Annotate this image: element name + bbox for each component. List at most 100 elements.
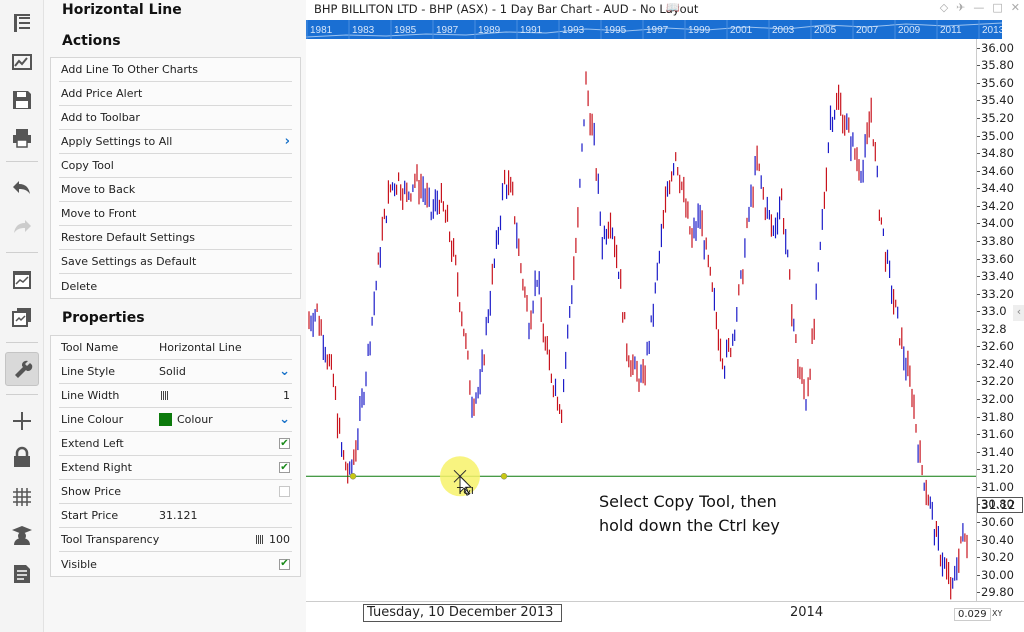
tool-title: Horizontal Line (62, 2, 182, 18)
price-axis-tick (977, 486, 980, 488)
action-move-to-front[interactable]: Move to Front (59, 202, 292, 226)
prop-tool-name[interactable]: Tool Name Horizontal Line (59, 336, 292, 360)
extend-left-checkbox[interactable]: ✔ (279, 438, 290, 449)
price-axis-tick (977, 451, 980, 453)
chart-title: BHP BILLITON LTD - BHP (ASX) - 1 Day Bar… (314, 2, 699, 16)
chart-window[interactable]: BHP BILLITON LTD - BHP (ASX) - 1 Day Bar… (306, 0, 1024, 632)
timeline-navigator[interactable]: 1981 1983 1985 1987 1989 1991 1993 1995 1997 1999… (306, 20, 1002, 39)
chevron-down-icon[interactable]: ⌄ (279, 364, 290, 379)
action-add-line-to-other-charts[interactable]: Add Line To Other Charts (59, 58, 292, 82)
redo-icon[interactable] (5, 210, 39, 244)
maximize-icon[interactable]: □ (992, 1, 1002, 14)
chart-properties-icon[interactable] (5, 263, 39, 297)
pin-icon[interactable]: ✈ (956, 1, 965, 14)
visible-checkbox[interactable]: ✔ (279, 558, 290, 570)
grid-icon[interactable] (5, 480, 39, 514)
action-move-to-back[interactable]: Move to Back (59, 178, 292, 202)
scale-value[interactable]: 0.029 (954, 608, 991, 621)
extend-right-checkbox[interactable]: ✔ (279, 462, 290, 473)
price-axis-label: 32.60 (981, 339, 1014, 354)
price-axis-label: 35.00 (981, 128, 1014, 143)
templates-icon[interactable] (5, 6, 39, 40)
action-restore-default-settings[interactable]: Restore Default Settings (59, 226, 292, 250)
price-axis-tick (977, 258, 980, 260)
price-axis-tick (977, 170, 980, 172)
prop-extend-right[interactable]: Extend Right ✔ (59, 456, 292, 480)
window-controls: ◇ ✈ — □ ✕ (940, 1, 1020, 14)
timeline-svg: 1981 1983 1985 1987 1989 1991 1993 1995 1997 1999… (306, 20, 1002, 39)
price-axis-tick (977, 557, 980, 559)
minimize-icon[interactable]: — (973, 1, 984, 14)
cursor-date: Tuesday, 10 December 2013 (363, 604, 562, 622)
chevron-down-icon[interactable]: ⌄ (279, 412, 290, 427)
chevron-right-icon: › (284, 134, 290, 149)
undo-icon[interactable] (5, 171, 39, 205)
lock-icon[interactable] (5, 441, 39, 475)
line-style-value[interactable]: Solid (159, 365, 186, 378)
prop-line-width[interactable]: Line Width 1 (59, 384, 292, 408)
scale-xy-toggle[interactable]: XY (992, 609, 1002, 618)
date-axis[interactable]: Tuesday, 10 December 2013 2014 0.029 XY (306, 601, 1024, 625)
tool-properties-panel: Horizontal Line Actions Add Line To Othe… (44, 0, 306, 632)
price-axis-label: 34.80 (981, 146, 1014, 161)
line-width-slider-icon[interactable] (161, 391, 174, 400)
price-axis-label: 35.40 (981, 93, 1014, 108)
prop-show-price[interactable]: Show Price (59, 480, 292, 504)
notes-icon[interactable] (5, 557, 39, 591)
timeline-year-label: 2013 (982, 25, 1002, 36)
prop-start-price[interactable]: Start Price 31.121 (59, 504, 292, 528)
prop-line-style[interactable]: Line Style Solid ⌄ (59, 360, 292, 384)
prop-visible[interactable]: Visible ✔ (59, 552, 292, 576)
transparency-slider-icon[interactable] (256, 535, 263, 544)
price-plot[interactable]: T&I Select Copy Tool, then hold down the… (306, 39, 976, 601)
price-axis-tick (977, 293, 980, 295)
prop-line-colour[interactable]: Line Colour Colour ⌄ (59, 408, 292, 432)
tools-icon[interactable] (5, 352, 39, 386)
layers-icon[interactable] (5, 300, 39, 334)
price-axis[interactable]: 31.12 ‹ 36.00 35.80 35.60 35.40 35.20 35.00 34… (976, 39, 1024, 601)
price-axis-label: 33.40 (981, 269, 1014, 284)
price-axis-tick (977, 311, 980, 313)
actions-list: Add Line To Other Charts Add Price Alert… (50, 57, 301, 299)
price-axis-tick (977, 434, 980, 436)
timeline-year-label: 1983 (352, 25, 375, 36)
close-icon[interactable]: ✕ (1011, 1, 1020, 14)
tool-name-value[interactable]: Horizontal Line (159, 341, 242, 354)
price-axis-label: 35.80 (981, 58, 1014, 73)
timeline-year-label: 1997 (646, 25, 669, 36)
chart-wizard-icon[interactable] (5, 45, 39, 79)
print-icon[interactable] (5, 121, 39, 155)
timeline-year-label: 1999 (688, 25, 711, 36)
price-axis-label: 33.20 (981, 286, 1014, 301)
action-add-price-alert[interactable]: Add Price Alert (59, 82, 292, 106)
education-icon[interactable] (5, 518, 39, 552)
show-price-checkbox[interactable] (279, 486, 290, 497)
price-axis-label: 34.00 (981, 216, 1014, 231)
crosshair-icon[interactable] (5, 404, 39, 438)
price-axis-label: 36.00 (981, 40, 1014, 55)
price-axis-tick (977, 100, 980, 102)
properties-list: Tool Name Horizontal Line Line Style Sol… (50, 335, 301, 577)
action-add-to-toolbar[interactable]: Add to Toolbar (59, 106, 292, 130)
price-axis-label: 34.20 (981, 198, 1014, 213)
application-window: Horizontal Line Actions Add Line To Othe… (0, 0, 1024, 632)
action-copy-tool[interactable]: Copy Tool (59, 154, 292, 178)
prop-tool-transparency[interactable]: Tool Transparency 100 (59, 528, 292, 552)
save-icon[interactable] (5, 83, 39, 117)
action-apply-settings-to-all[interactable]: Apply Settings to All › (59, 130, 292, 154)
price-axis-label: 30.80 (981, 497, 1014, 512)
line-colour-value: Colour (177, 413, 213, 426)
colour-swatch[interactable] (159, 413, 172, 426)
diamond-icon[interactable]: ◇ (940, 1, 948, 14)
timeline-year-label: 1991 (520, 25, 543, 36)
action-delete[interactable]: Delete (59, 274, 292, 298)
price-axis-tick (977, 574, 980, 576)
price-axis-tick (977, 153, 980, 155)
price-axis-label: 30.40 (981, 532, 1014, 547)
book-icon[interactable]: 📖 (666, 1, 680, 14)
prop-extend-left[interactable]: Extend Left ✔ (59, 432, 292, 456)
start-price-value[interactable]: 31.121 (159, 509, 198, 522)
price-axis-tick (977, 205, 980, 207)
collapse-arrow-icon[interactable]: ‹ (1013, 305, 1024, 321)
action-save-settings-as-default[interactable]: Save Settings as Default (59, 250, 292, 274)
